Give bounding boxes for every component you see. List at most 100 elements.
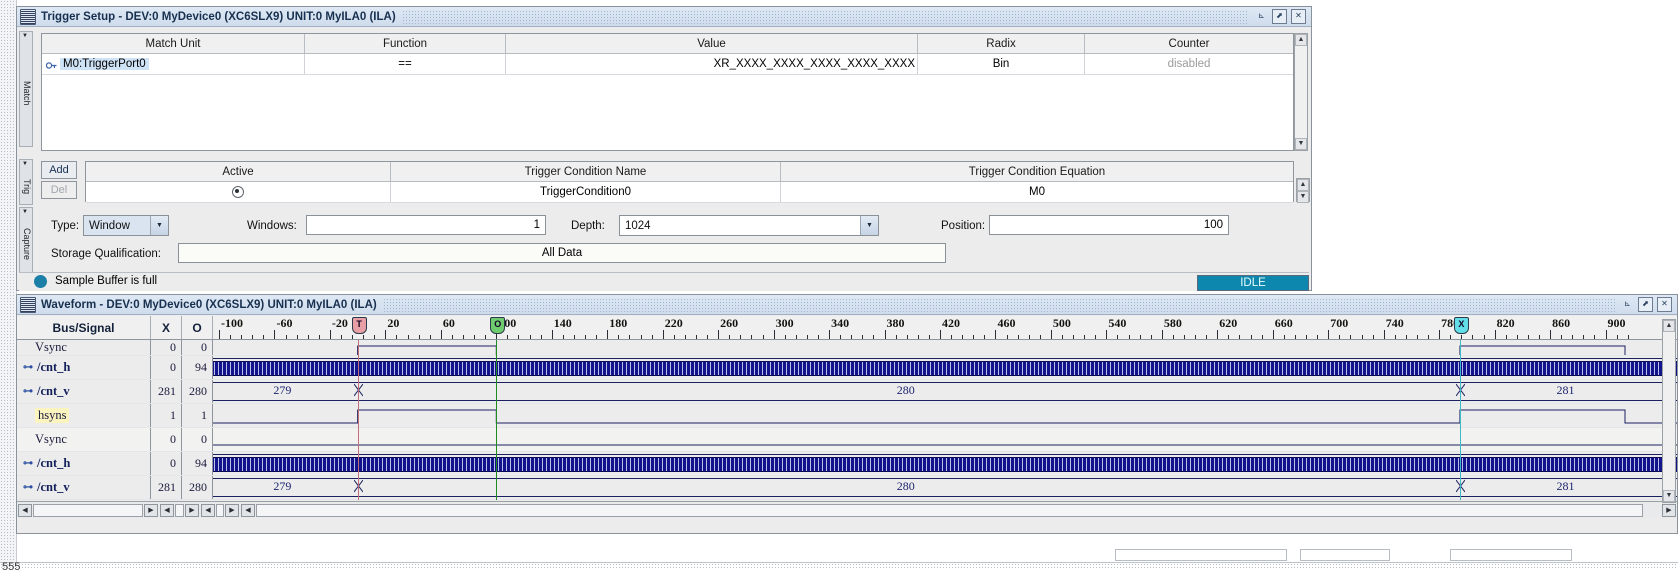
scroll-up-arrow[interactable]: ▲ [1295,34,1307,46]
waveform-signal-row[interactable]: Vsync 0 0 [17,428,1677,452]
scroll-right-arrow-2[interactable]: ▶ [185,503,199,517]
ruler-minor-tick [1372,335,1374,339]
col-match-unit[interactable]: Match Unit [42,34,305,53]
cell-condition-equation-label: M0 [1029,186,1045,198]
float-icon[interactable]: ⊾ [1621,298,1634,311]
add-button[interactable]: Add [41,161,77,179]
windows-input[interactable]: 1 [306,215,546,235]
scroll-left-arrow-4[interactable]: ◀ [241,503,255,517]
cursor-flag-xmark[interactable]: X [1453,317,1469,334]
waveform-vscrollbar[interactable]: ▲ ▼ [1662,319,1676,503]
signal-name-cell[interactable]: hsyns [17,404,151,427]
float-icon[interactable]: ⊾ [1255,10,1268,23]
col-radix[interactable]: Radix [918,34,1085,53]
signal-waveform-cell[interactable] [213,452,1677,475]
scroll-left-arrow-2[interactable]: ◀ [160,503,174,517]
cell-match-unit[interactable]: M0:TriggerPort0 [42,54,305,74]
waveform-signal-row[interactable]: ⊶/cnt_v 281 280 279 280 281 [17,476,1677,500]
active-radio[interactable] [232,186,244,198]
signal-name-cell[interactable]: Vsync [17,340,151,355]
signal-name-cell[interactable]: Vsync [17,428,151,451]
cell-active[interactable] [86,182,391,202]
taskbar-item-2[interactable] [1300,549,1390,561]
col-counter[interactable]: Counter [1085,34,1293,53]
expand-bus-icon[interactable]: ⊶ [23,362,33,373]
cell-function[interactable]: == [305,54,506,74]
position-input[interactable]: 100 [989,215,1229,235]
cursor-flag-origin[interactable]: O [490,317,506,334]
expand-bus-icon[interactable]: ⊶ [23,458,33,469]
scroll-up-arrow[interactable]: ▲ [1663,320,1675,332]
taskbar-item-3[interactable] [1450,549,1572,561]
waveform-signal-row[interactable]: ⊶ /cnt_h 0 94 [17,452,1677,476]
table-row[interactable]: M0:TriggerPort0 == XR_XXXX_XXXX_XXXX_XXX… [42,54,1293,75]
waveform-signal-row[interactable]: ⊶ /cnt_h 0 94 [17,356,1677,380]
signal-name-cell[interactable]: ⊶ /cnt_v [17,476,151,499]
scroll-right-arrow-3[interactable]: ▶ [225,503,239,517]
scroll-trough-3[interactable] [216,503,224,517]
col-bus-signal[interactable]: Bus/Signal [17,316,151,339]
scroll-right-arrow-4[interactable]: ▶ [1662,503,1676,517]
chevron-down-icon[interactable]: ▼ [860,216,878,235]
type-combo[interactable]: Window ▼ [83,215,169,236]
time-ruler[interactable]: -100 -60 -20 20 60 100 140 180 220 260 300 340 380 42… [213,316,1677,339]
col-condition-name[interactable]: Trigger Condition Name [391,162,781,181]
match-table-vscrollbar[interactable]: ▲ ▼ [1294,33,1308,151]
scroll-trough-2[interactable] [175,503,184,517]
scroll-left-arrow[interactable]: ◀ [18,503,32,517]
table-row[interactable]: TriggerCondition0 M0 [86,182,1293,203]
sidebar-tab-trig[interactable]: Trig [19,159,33,205]
signal-waveform-cell[interactable] [213,340,1677,355]
scroll-up-arrow[interactable]: ▲ [1297,179,1309,191]
cell-counter[interactable]: disabled [1085,54,1293,74]
signal-waveform-cell[interactable] [213,356,1677,379]
signal-waveform-cell[interactable]: 279 280 281 [213,380,1677,403]
close-icon[interactable]: ✕ [1657,297,1672,312]
ruler-tick-label: 860 [1552,316,1571,330]
scroll-right-arrow[interactable]: ▶ [144,503,158,517]
scroll-down-arrow[interactable]: ▼ [1663,490,1675,502]
waveform-signal-row[interactable]: hsyns 1 1 [17,404,1677,428]
col-active[interactable]: Active [86,162,391,181]
trigger-table-vscrollbar[interactable]: ▲ ▼ [1296,178,1310,203]
col-function[interactable]: Function [305,34,506,53]
signal-waveform-cell[interactable]: 279 280 281 [213,476,1677,499]
waveform-hscrollbar[interactable]: ◀ ▶ ◀ ▶ ◀ ▶ ◀ ▶ [17,501,1677,518]
signal-waveform-cell[interactable] [213,428,1677,451]
col-value[interactable]: Value [506,34,918,53]
col-x[interactable]: X [151,316,182,339]
waveform-signal-row[interactable]: ⊶/cnt_v 281 280 279 280 281 [17,380,1677,404]
col-o[interactable]: O [182,316,213,339]
cell-value[interactable]: XR_XXXX_XXXX_XXXX_XXXX_XXXX [506,54,918,74]
ruler-minor-tick [707,335,709,339]
cell-condition-name[interactable]: TriggerCondition0 [391,182,781,202]
sidebar-tab-match[interactable]: Match [19,31,33,147]
maximize-icon[interactable]: ⬈ [1272,9,1287,24]
scroll-trough-1[interactable] [33,503,143,517]
signal-name-cell[interactable]: ⊶ /cnt_v [17,380,151,403]
ruler-minor-tick [507,335,509,339]
scroll-down-arrow[interactable]: ▼ [1297,191,1309,203]
storage-qualification-field[interactable]: All Data [178,243,946,263]
depth-combo[interactable]: 1024 ▼ [619,215,879,236]
close-icon[interactable]: ✕ [1291,9,1306,24]
scroll-trough-main[interactable] [256,503,1643,517]
del-button[interactable]: Del [41,181,77,199]
signal-name-cell[interactable]: ⊶ /cnt_h [17,356,151,379]
maximize-icon[interactable]: ⬈ [1638,297,1653,312]
waveform-signal-row[interactable]: Vsync 0 0 [17,340,1677,356]
sidebar-tab-capture[interactable]: Capture [19,207,33,273]
signal-name-cell[interactable]: ⊶ /cnt_h [17,452,151,475]
expand-bus-icon[interactable]: ⊶ [23,386,33,397]
cell-condition-equation[interactable]: M0 [781,182,1293,202]
expand-bus-icon[interactable]: ⊶ [23,482,33,493]
taskbar-item-1[interactable] [1115,549,1287,561]
scroll-left-arrow-3[interactable]: ◀ [201,503,215,517]
col-condition-equation[interactable]: Trigger Condition Equation [781,162,1293,181]
chevron-down-icon[interactable]: ▼ [150,216,168,235]
signal-waveform-cell[interactable] [213,404,1677,427]
cell-radix[interactable]: Bin [918,54,1085,74]
col-counter-label: Counter [1168,37,1210,50]
scroll-down-arrow[interactable]: ▼ [1295,138,1307,150]
cursor-flag-trigger[interactable]: T [351,317,367,334]
